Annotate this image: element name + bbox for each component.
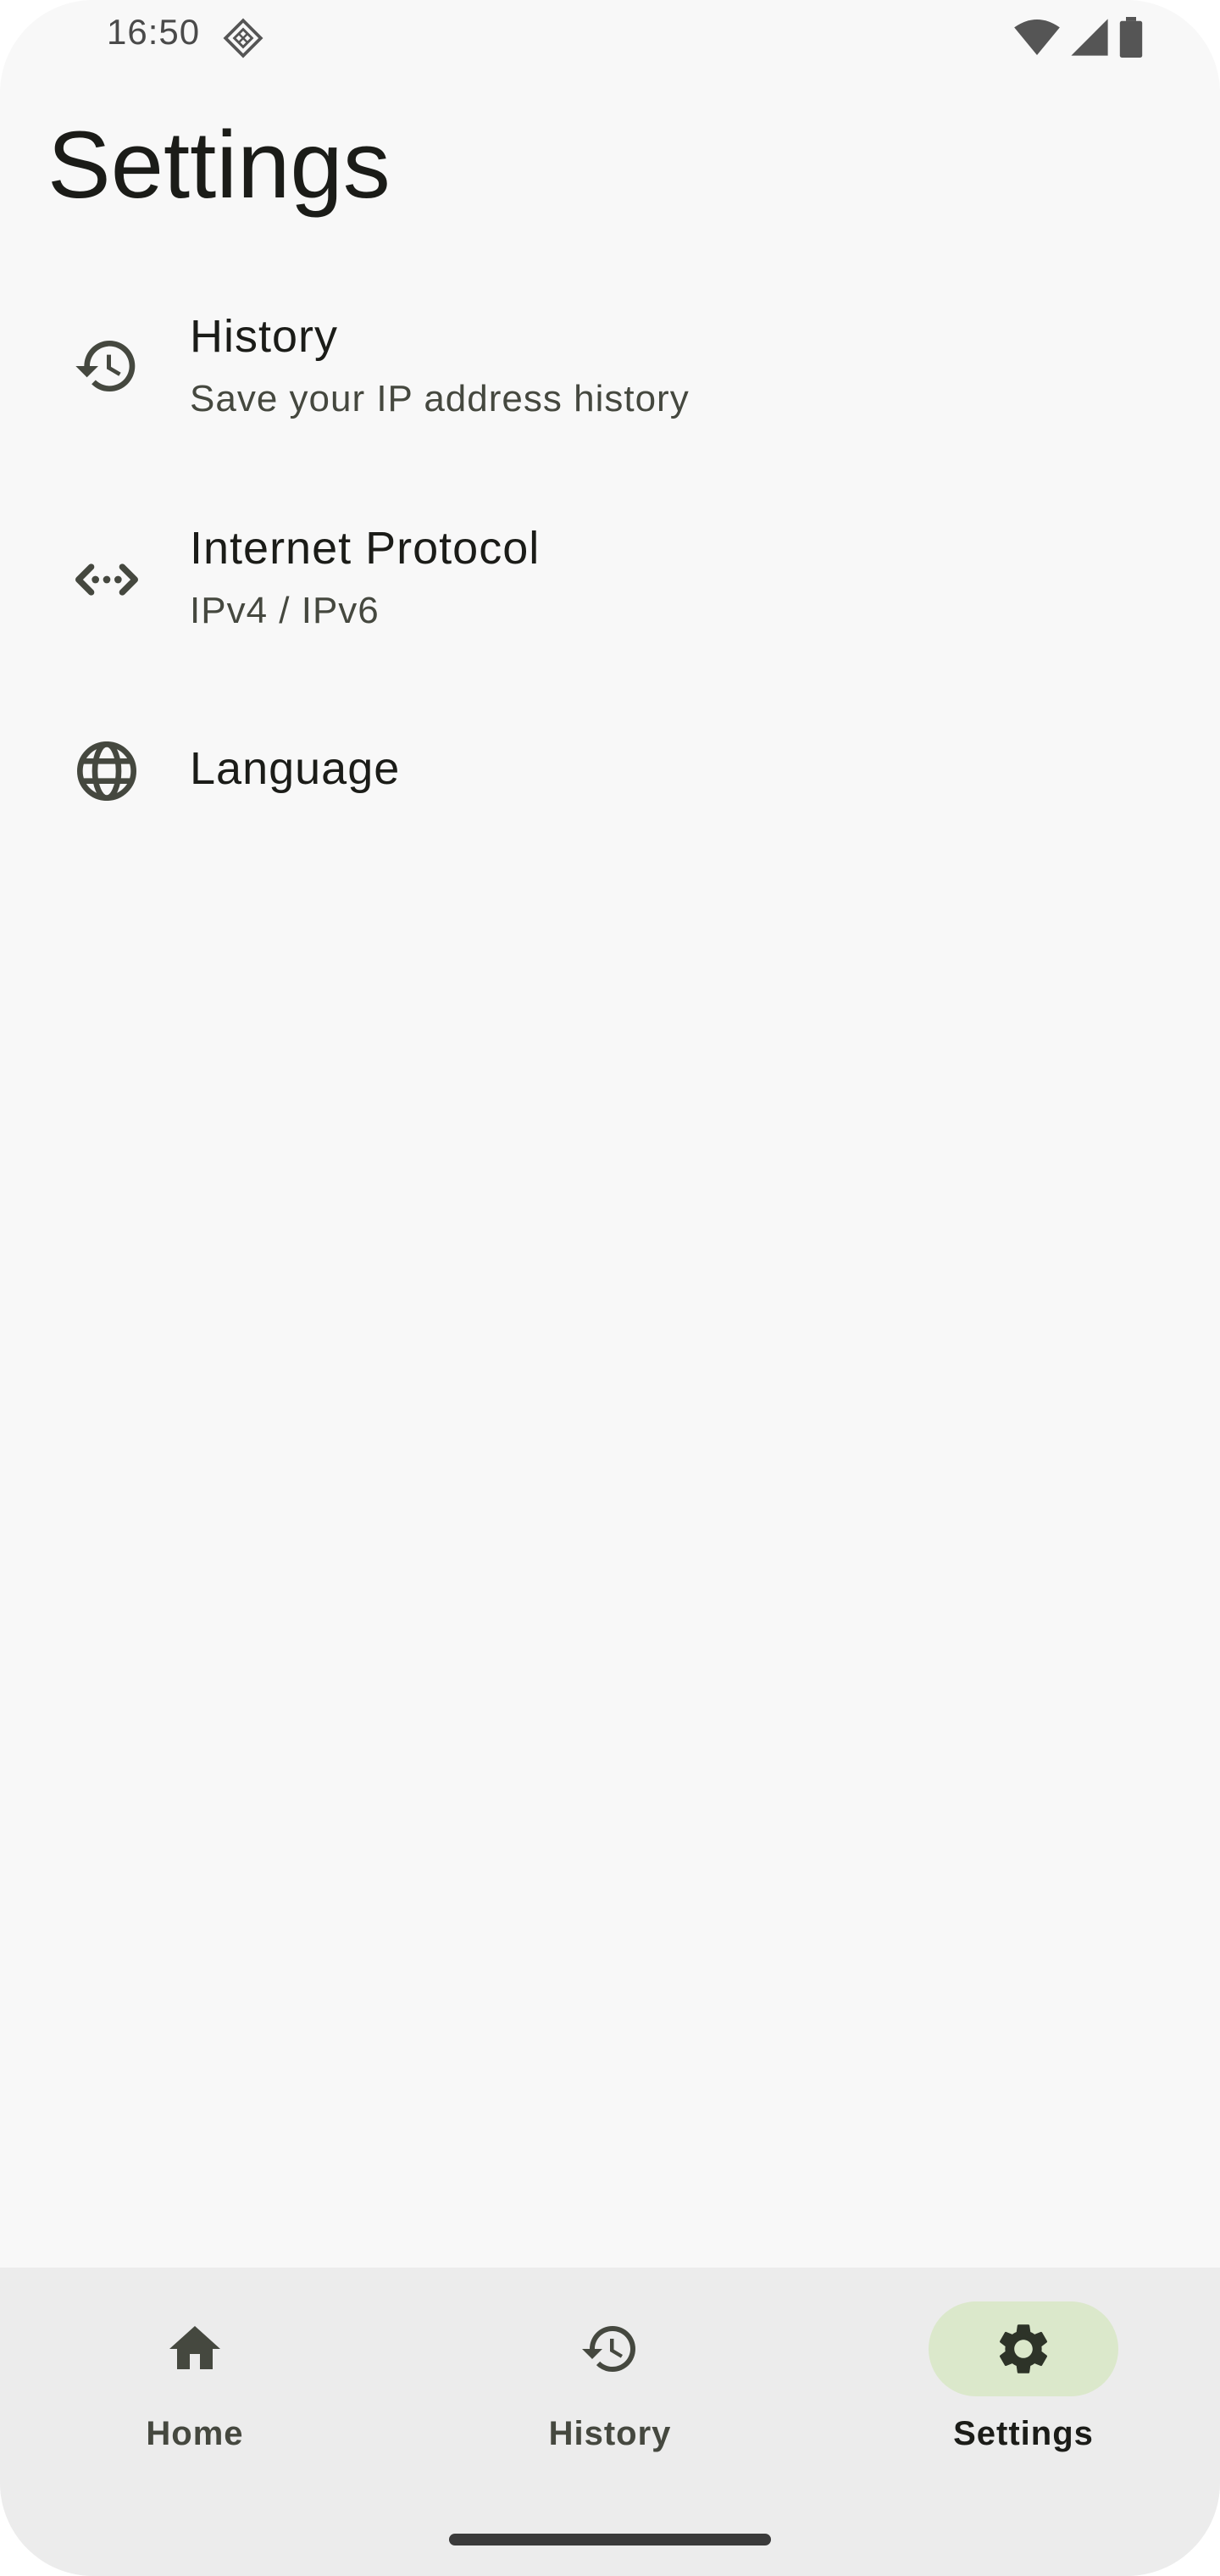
app-screen: 16:50 Settings History Save your IP addr… [0, 0, 1220, 2576]
nav-label: History [548, 2415, 672, 2452]
history-icon [75, 341, 136, 392]
globe-icon [77, 741, 136, 801]
gear-icon [999, 2324, 1048, 2373]
history-icon [582, 2326, 635, 2372]
settings-item-title: History [190, 311, 339, 362]
home-icon [169, 2326, 220, 2369]
wifi-icon [1014, 19, 1060, 55]
code-arrows-icon [75, 564, 138, 596]
signal-icon [1071, 19, 1108, 56]
status-time: 16:50 [107, 12, 201, 52]
settings-item-language[interactable]: Language [0, 720, 1220, 822]
bottom-nav: Home History Settings [0, 2268, 1220, 2576]
home-indicator[interactable] [449, 2534, 771, 2545]
page-title: Settings [47, 112, 391, 218]
settings-item-title: Internet Protocol [190, 523, 541, 574]
nav-label: Home [146, 2415, 244, 2452]
settings-item-subtitle: Save your IP address history [190, 378, 690, 419]
nav-item-home[interactable]: Home [42, 2301, 347, 2471]
settings-item-history[interactable]: History Save your IP address history [0, 280, 1220, 449]
settings-item-title: Language [190, 743, 401, 794]
nav-item-settings[interactable]: Settings [871, 2301, 1176, 2471]
settings-item-subtitle: IPv4 / IPv6 [190, 590, 380, 631]
diamond-grid-icon [223, 18, 263, 58]
nav-label: Settings [953, 2415, 1094, 2452]
nav-item-history[interactable]: History [458, 2301, 762, 2471]
settings-item-internet-protocol[interactable]: Internet Protocol IPv4 / IPv6 [0, 493, 1220, 663]
battery-icon [1119, 17, 1143, 58]
status-icons [1013, 17, 1144, 58]
status-bar: 16:50 [0, 0, 1220, 71]
